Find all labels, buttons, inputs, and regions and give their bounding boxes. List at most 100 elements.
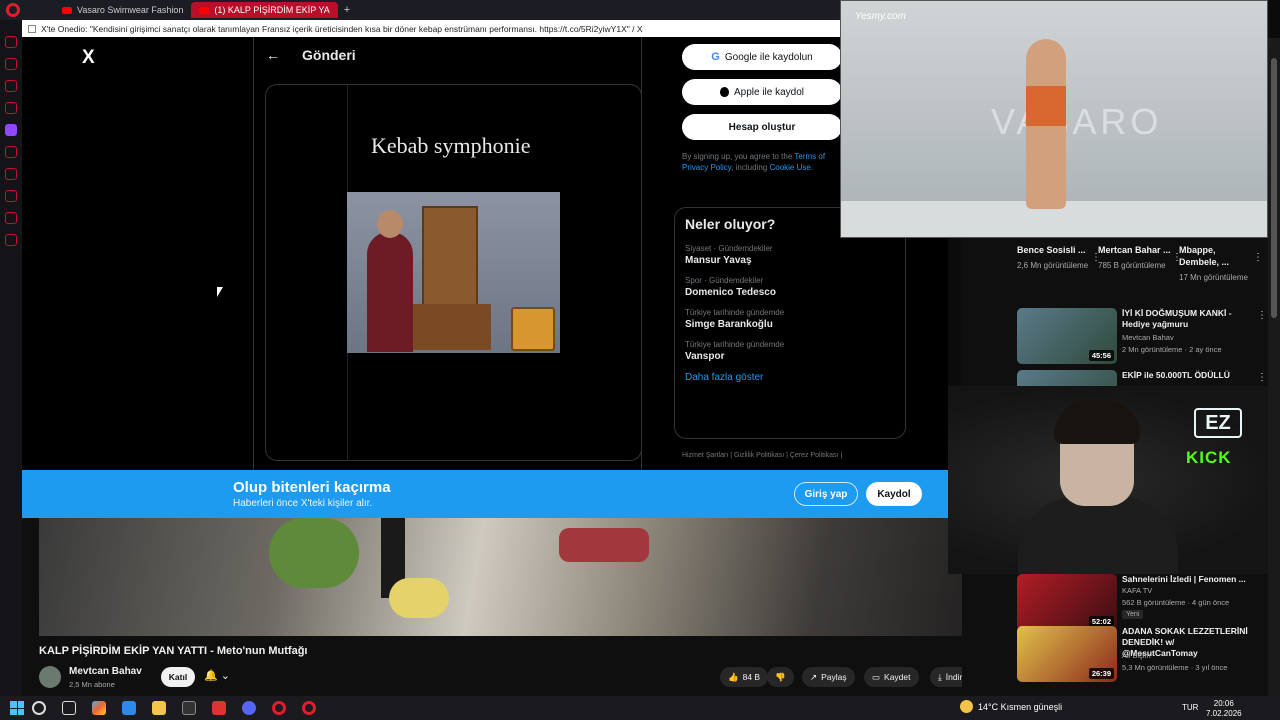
x-logo[interactable]: X [82, 47, 95, 69]
trend-item[interactable]: Türkiye tarihinde gündemde Vanspor [685, 340, 895, 362]
trend-item[interactable]: Spor · Gündemdekiler Domenico Tedesco [685, 276, 895, 298]
opera-gx-icon[interactable] [302, 701, 316, 715]
trend-item[interactable]: Türkiye tarihinde gündemde Simge Baranko… [685, 308, 895, 330]
sidebar-icon[interactable] [5, 36, 17, 48]
short-title: Bence Sosisli ... [1017, 245, 1086, 255]
twitch-icon[interactable] [5, 124, 17, 136]
short-views: 785 B görüntüleme [1098, 261, 1166, 270]
trend-name: Mansur Yavaş [685, 255, 752, 266]
copilot-icon[interactable] [92, 701, 106, 715]
settings-icon[interactable] [5, 234, 17, 246]
download-label: İndir [945, 672, 963, 682]
tab-vasaro[interactable]: Vasaro Swimwear Fashion [54, 2, 191, 18]
cookie-link[interactable]: Cookie Use. [769, 163, 813, 172]
footer-links[interactable]: Hizmet Şartları | Gizlilik Politikası | … [682, 452, 842, 459]
clock-time: 20:06 [1213, 699, 1234, 708]
sidebar-icon[interactable] [5, 146, 17, 158]
folder-icon[interactable] [152, 701, 166, 715]
post-media[interactable]: Kebab symphonie [265, 84, 642, 461]
youtube-sidebar: Bence Sosisli ... 2,6 Mn görüntüleme ⋮ M… [962, 238, 1268, 386]
kick-neon-sign: KICK [1186, 448, 1232, 467]
login-banner: Olup bitenleri kaçırma Haberleri önce X'… [22, 470, 948, 518]
search-icon[interactable] [32, 701, 46, 715]
terms-link[interactable]: Terms of [794, 152, 825, 161]
apple-signup-label: Apple ile kaydol [733, 86, 805, 98]
mouse-cursor-icon [217, 287, 223, 297]
page-scrollbar[interactable] [1268, 38, 1280, 696]
trends-panel: Neler oluyor? Siyaset · Gündemdekiler Ma… [674, 207, 906, 439]
share-button[interactable]: ↗ Paylaş [802, 667, 855, 687]
thumbs-down-icon: 👎 [775, 671, 786, 682]
app-icon[interactable] [212, 701, 226, 715]
short-item[interactable]: Bence Sosisli ... 2,6 Mn görüntüleme ⋮ [1017, 244, 1101, 271]
browser-tab-bar: Vasaro Swimwear Fashion (1) KALP PİŞİRDİ… [0, 0, 840, 20]
scrollbar-thumb[interactable] [1271, 58, 1277, 318]
channel-name[interactable]: Mevtcan Bahav [69, 666, 142, 677]
swimsuit-image [1026, 86, 1066, 126]
sidebar-icon[interactable] [5, 102, 17, 114]
video-thumbnail: 26:39 [1017, 626, 1117, 682]
apple-signup-button[interactable]: Apple ile kaydol [682, 79, 842, 105]
video-player[interactable] [39, 518, 1007, 636]
sidebar-icon[interactable] [5, 80, 17, 92]
sidebar-icon[interactable] [5, 212, 17, 224]
side-video-channel: Mevtcan Bahav [1122, 333, 1174, 342]
trend-meta: Türkiye tarihinde gündemde [685, 340, 785, 349]
sidebar-icon[interactable] [5, 58, 17, 70]
youtube-icon [199, 6, 210, 14]
google-signup-button[interactable]: G Google ile kaydolun [682, 44, 842, 70]
create-account-button[interactable]: Hesap oluştur [682, 114, 842, 140]
short-item[interactable]: Mbappe, Dembele, ... 17 Mn görüntüleme ⋮ [1179, 244, 1263, 283]
tab-active[interactable]: (1) KALP PİŞİRDİM EKİP YA [191, 2, 338, 18]
terms-mid: , including [731, 163, 768, 172]
join-button[interactable]: Katıl [161, 667, 195, 687]
show-more-link[interactable]: Daha fazla göster [685, 372, 895, 383]
post-column: ← Gönderi Kebab symphonie [253, 37, 642, 470]
pip-video[interactable]: VASARO Yesmy.com [840, 0, 1268, 238]
short-views: 17 Mn görüntüleme [1179, 273, 1248, 282]
side-video[interactable]: EKİP ile 50.000TL ÖDÜLLÜ ⋮ [1017, 370, 1267, 386]
media-title: Kebab symphonie [371, 133, 531, 158]
address-bar[interactable]: X'te Onedio: "Kendisini girişimci sanatç… [22, 20, 840, 37]
more-icon[interactable]: ⋮ [1253, 252, 1263, 263]
sidebar-icon[interactable] [5, 168, 17, 180]
weather-text: 14°C Kısmen güneşli [978, 701, 1063, 712]
signup-button[interactable]: Kaydol [866, 482, 922, 506]
edge-icon[interactable] [122, 701, 136, 715]
share-label: Paylaş [821, 672, 847, 682]
opera-icon[interactable] [272, 701, 286, 715]
login-button[interactable]: Giriş yap [794, 482, 858, 506]
new-tab-button[interactable]: + [344, 4, 350, 16]
side-video[interactable]: 52:02 Sahnelerini İzledi | Fenomen ... K… [1017, 574, 1267, 634]
person-head-image [377, 210, 403, 238]
obs-icon[interactable] [182, 701, 196, 715]
dislike-button[interactable]: 👎 [767, 667, 794, 687]
bell-icon[interactable]: 🔔 ⌄ [204, 669, 230, 682]
language-indicator[interactable]: TUR [1182, 703, 1198, 712]
more-icon[interactable]: ⋮ [1257, 310, 1267, 321]
banner-subtitle: Haberleri önce X'teki kişiler alır. [233, 498, 373, 509]
opera-logo-icon[interactable] [6, 3, 20, 17]
sidebar-icon[interactable] [5, 190, 17, 202]
trend-item[interactable]: Siyaset · Gündemdekiler Mansur Yavaş [685, 244, 895, 266]
side-video[interactable]: 26:39 ADANA SOKAK LEZZETLERİNİ DENEDİK! … [1017, 626, 1267, 686]
video-thumbnail [1017, 370, 1117, 386]
weather-widget[interactable]: 14°C Kısmen güneşli [960, 700, 1062, 713]
channel-avatar[interactable] [39, 666, 61, 688]
privacy-link[interactable]: Privacy Policy [682, 163, 731, 172]
side-video-title: İYİ Kİ DOĞMUŞUM KANKİ - Hediye yağmuru [1122, 308, 1232, 329]
discord-icon[interactable] [242, 701, 256, 715]
task-view-icon[interactable] [62, 701, 76, 715]
save-button[interactable]: ▭ Kaydet [864, 667, 919, 687]
clock[interactable]: 20:06 7.02.2026 [1206, 699, 1242, 719]
page-title: Gönderi [302, 47, 356, 63]
like-button[interactable]: 👍 84 B [720, 667, 769, 687]
side-video[interactable]: 45:56 İYİ Kİ DOĞMUŞUM KANKİ - Hediye yağ… [1017, 308, 1267, 368]
back-arrow-icon[interactable]: ← [266, 47, 280, 63]
more-icon[interactable]: ⋮ [1257, 372, 1267, 383]
create-account-label: Hesap oluştur [728, 121, 796, 133]
short-item[interactable]: Mertcan Bahar ... 785 B görüntüleme ⋮ [1098, 244, 1182, 271]
windows-start-icon[interactable] [10, 701, 24, 715]
google-icon: G [711, 51, 720, 63]
share-icon: ↗ [810, 671, 818, 682]
